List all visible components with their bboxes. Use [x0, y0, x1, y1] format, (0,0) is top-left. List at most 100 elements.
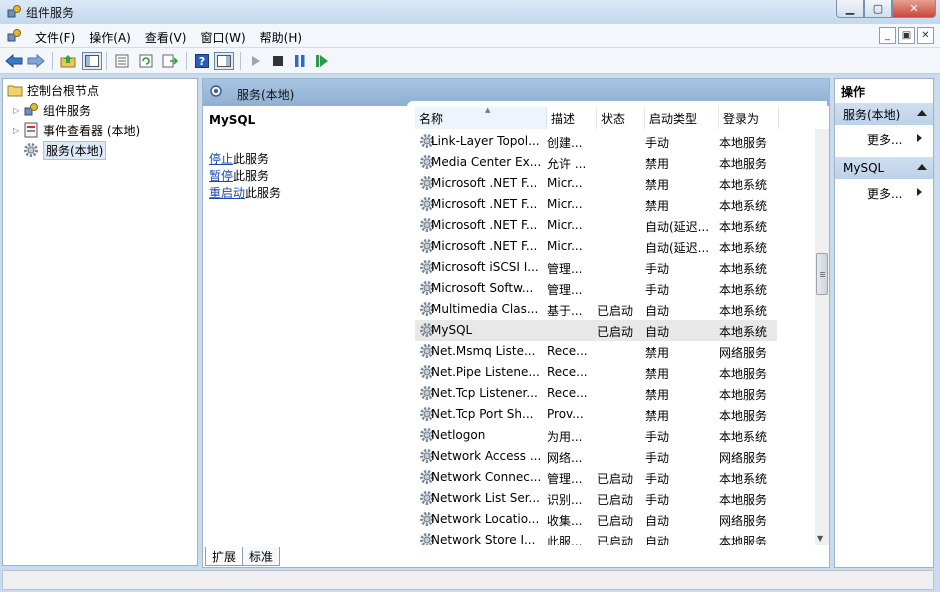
table-row[interactable]: Net.Msmq Liste... Rece... 禁用 网络服务 — [415, 341, 777, 362]
export-list-button[interactable] — [160, 52, 180, 70]
search-icon — [210, 85, 222, 97]
help-button[interactable]: ? — [192, 52, 212, 70]
menu-action[interactable]: 操作(A) — [82, 29, 138, 46]
start-service-button[interactable] — [246, 52, 266, 70]
mdi-minimize-button[interactable]: _ — [879, 27, 896, 44]
menu-file[interactable]: 文件(F) — [28, 29, 82, 46]
menu-help[interactable]: 帮助(H) — [253, 29, 309, 46]
cell-startup-type: 手动 — [645, 451, 670, 465]
cell-name: Network Store I... — [431, 533, 536, 545]
table-row[interactable]: Network Locatio... 收集... 已启动 自动 网络服务 — [415, 509, 777, 530]
menu-view[interactable]: 查看(V) — [138, 29, 194, 46]
table-row[interactable]: MySQL 已启动 自动 本地系统 — [415, 320, 777, 341]
stop-service-button[interactable] — [268, 52, 288, 70]
collapse-up-icon[interactable] — [917, 110, 927, 116]
mdi-close-button[interactable]: ✕ — [917, 27, 934, 44]
vertical-scrollbar[interactable]: ▼ — [815, 129, 829, 545]
table-row[interactable]: Network Access ... 网络... 手动 网络服务 — [415, 446, 777, 467]
refresh-button[interactable] — [136, 52, 156, 70]
cell-startup-type: 禁用 — [645, 346, 670, 360]
cell-description: 允许 ... — [547, 157, 587, 171]
tree-item-console-root[interactable]: 控制台根节点 — [7, 81, 99, 99]
cell-description: Rece... — [547, 386, 588, 400]
table-row[interactable]: Microsoft iSCSI I... 管理... 手动 本地系统 — [415, 257, 777, 278]
cell-startup-type: 自动 — [645, 514, 670, 528]
console-tree-icon — [85, 55, 99, 67]
close-button[interactable]: ✕ — [892, 0, 936, 18]
tree-item-component-services[interactable]: ▷ 组件服务 — [13, 101, 91, 119]
show-hide-tree-button[interactable] — [82, 52, 102, 70]
service-actions: 停止此服务 暂停此服务 重启动此服务 — [209, 151, 399, 202]
cell-name: Link-Layer Topol... — [431, 134, 540, 148]
tree-item-services-local[interactable]: 服务(本地) — [23, 140, 107, 160]
cell-log-on-as: 本地系统 — [719, 304, 768, 318]
status-bar — [2, 570, 934, 590]
cell-description: 创建... — [547, 136, 583, 150]
table-row[interactable]: Microsoft .NET F... Micr... 禁用 本地系统 — [415, 194, 777, 215]
actions-section-services-local[interactable]: 服务(本地) — [835, 103, 933, 125]
column-header-startup-type[interactable]: 启动类型 — [645, 107, 719, 129]
cell-startup-type: 禁用 — [645, 409, 670, 423]
services-pane: 服务(本地) MySQL 停止此服务 暂停此服务 重启动此服务 ▲ 名称 描述 … — [202, 78, 830, 568]
tree-item-label: 组件服务 — [43, 103, 92, 118]
cell-description: Micr... — [547, 176, 583, 190]
restart-service-button[interactable] — [312, 52, 332, 70]
cell-startup-type: 手动 — [645, 283, 670, 297]
cell-startup-type: 自动 — [645, 304, 670, 318]
stop-icon — [273, 56, 283, 66]
column-header-name[interactable]: ▲ 名称 — [415, 106, 547, 129]
expand-arrow-icon[interactable]: ▷ — [13, 126, 23, 135]
title-bar: 组件服务 ▁ ▢ ✕ — [0, 0, 940, 24]
table-row[interactable]: Link-Layer Topol... 创建... 手动 本地服务 — [415, 131, 777, 152]
column-header-log-on-as[interactable]: 登录为 — [719, 107, 779, 129]
table-row[interactable]: Multimedia Clas... 基于... 已启动 自动 本地系统 — [415, 299, 777, 320]
show-hide-action-pane-button[interactable] — [214, 52, 234, 70]
stop-service-link[interactable]: 停止 — [209, 152, 233, 166]
scrollbar-thumb[interactable] — [816, 253, 828, 295]
table-row[interactable]: Network List Ser... 识别... 已启动 手动 本地服务 — [415, 488, 777, 509]
more-actions-services-local[interactable]: 更多... — [867, 131, 922, 148]
restart-service-link[interactable]: 重启动 — [209, 186, 245, 200]
menu-window[interactable]: 窗口(W) — [193, 29, 252, 46]
services-list: ▲ 名称 描述 状态 启动类型 登录为 Link-Layer Topol... 创… — [407, 101, 827, 545]
column-header-status[interactable]: 状态 — [597, 107, 645, 129]
minimize-button[interactable]: ▁ — [836, 0, 864, 18]
tab-extended[interactable]: 扩展 — [205, 547, 244, 566]
properties-button[interactable] — [112, 52, 132, 70]
table-row[interactable]: Media Center Ex... 允许 ... 禁用 本地服务 — [415, 152, 777, 173]
pause-service-button[interactable] — [290, 52, 310, 70]
cell-log-on-as: 本地系统 — [719, 283, 768, 297]
actions-section-mysql[interactable]: MySQL — [835, 157, 933, 179]
cell-log-on-as: 本地系统 — [719, 325, 768, 339]
maximize-button[interactable]: ▢ — [864, 0, 892, 18]
table-row[interactable]: Microsoft .NET F... Micr... 自动(延迟... 本地系统 — [415, 215, 777, 236]
cell-name: MySQL — [431, 323, 473, 337]
more-actions-mysql[interactable]: 更多... — [867, 185, 922, 202]
forward-button[interactable] — [26, 52, 46, 70]
table-row[interactable]: Microsoft .NET F... Micr... 自动(延迟... 本地系统 — [415, 236, 777, 257]
cell-log-on-as: 本地系统 — [719, 472, 768, 486]
cell-description: Rece... — [547, 344, 588, 358]
table-row[interactable]: Network Store I... 此服... 已启动 自动 本地服务 — [415, 530, 777, 545]
back-button[interactable] — [4, 52, 24, 70]
resume-icon — [316, 55, 328, 67]
pause-service-link[interactable]: 暂停 — [209, 169, 233, 183]
column-header-description[interactable]: 描述 — [547, 107, 597, 129]
table-row[interactable]: Netlogon 为用... 手动 本地系统 — [415, 425, 777, 446]
table-row[interactable]: Net.Pipe Listene... Rece... 禁用 本地服务 — [415, 362, 777, 383]
tab-standard[interactable]: 标准 — [242, 547, 281, 566]
scroll-down-icon[interactable]: ▼ — [817, 534, 823, 543]
table-row[interactable]: Net.Tcp Listener... Rece... 禁用 本地服务 — [415, 383, 777, 404]
table-row[interactable]: Network Connec... 管理... 已启动 手动 本地系统 — [415, 467, 777, 488]
expand-arrow-icon[interactable]: ▷ — [13, 106, 23, 115]
mdi-restore-button[interactable]: ▣ — [898, 27, 915, 44]
tree-item-event-viewer[interactable]: ▷ 事件查看器 (本地) — [13, 121, 140, 139]
table-row[interactable]: Net.Tcp Port Sh... Prov... 禁用 本地服务 — [415, 404, 777, 425]
cell-description: Rece... — [547, 365, 588, 379]
cell-log-on-as: 网络服务 — [719, 451, 768, 465]
collapse-up-icon[interactable] — [917, 164, 927, 170]
up-level-button[interactable] — [58, 52, 78, 70]
app-menu-icon[interactable] — [6, 28, 22, 44]
table-row[interactable]: Microsoft .NET F... Micr... 禁用 本地系统 — [415, 173, 777, 194]
table-row[interactable]: Microsoft Softw... 管理... 手动 本地系统 — [415, 278, 777, 299]
